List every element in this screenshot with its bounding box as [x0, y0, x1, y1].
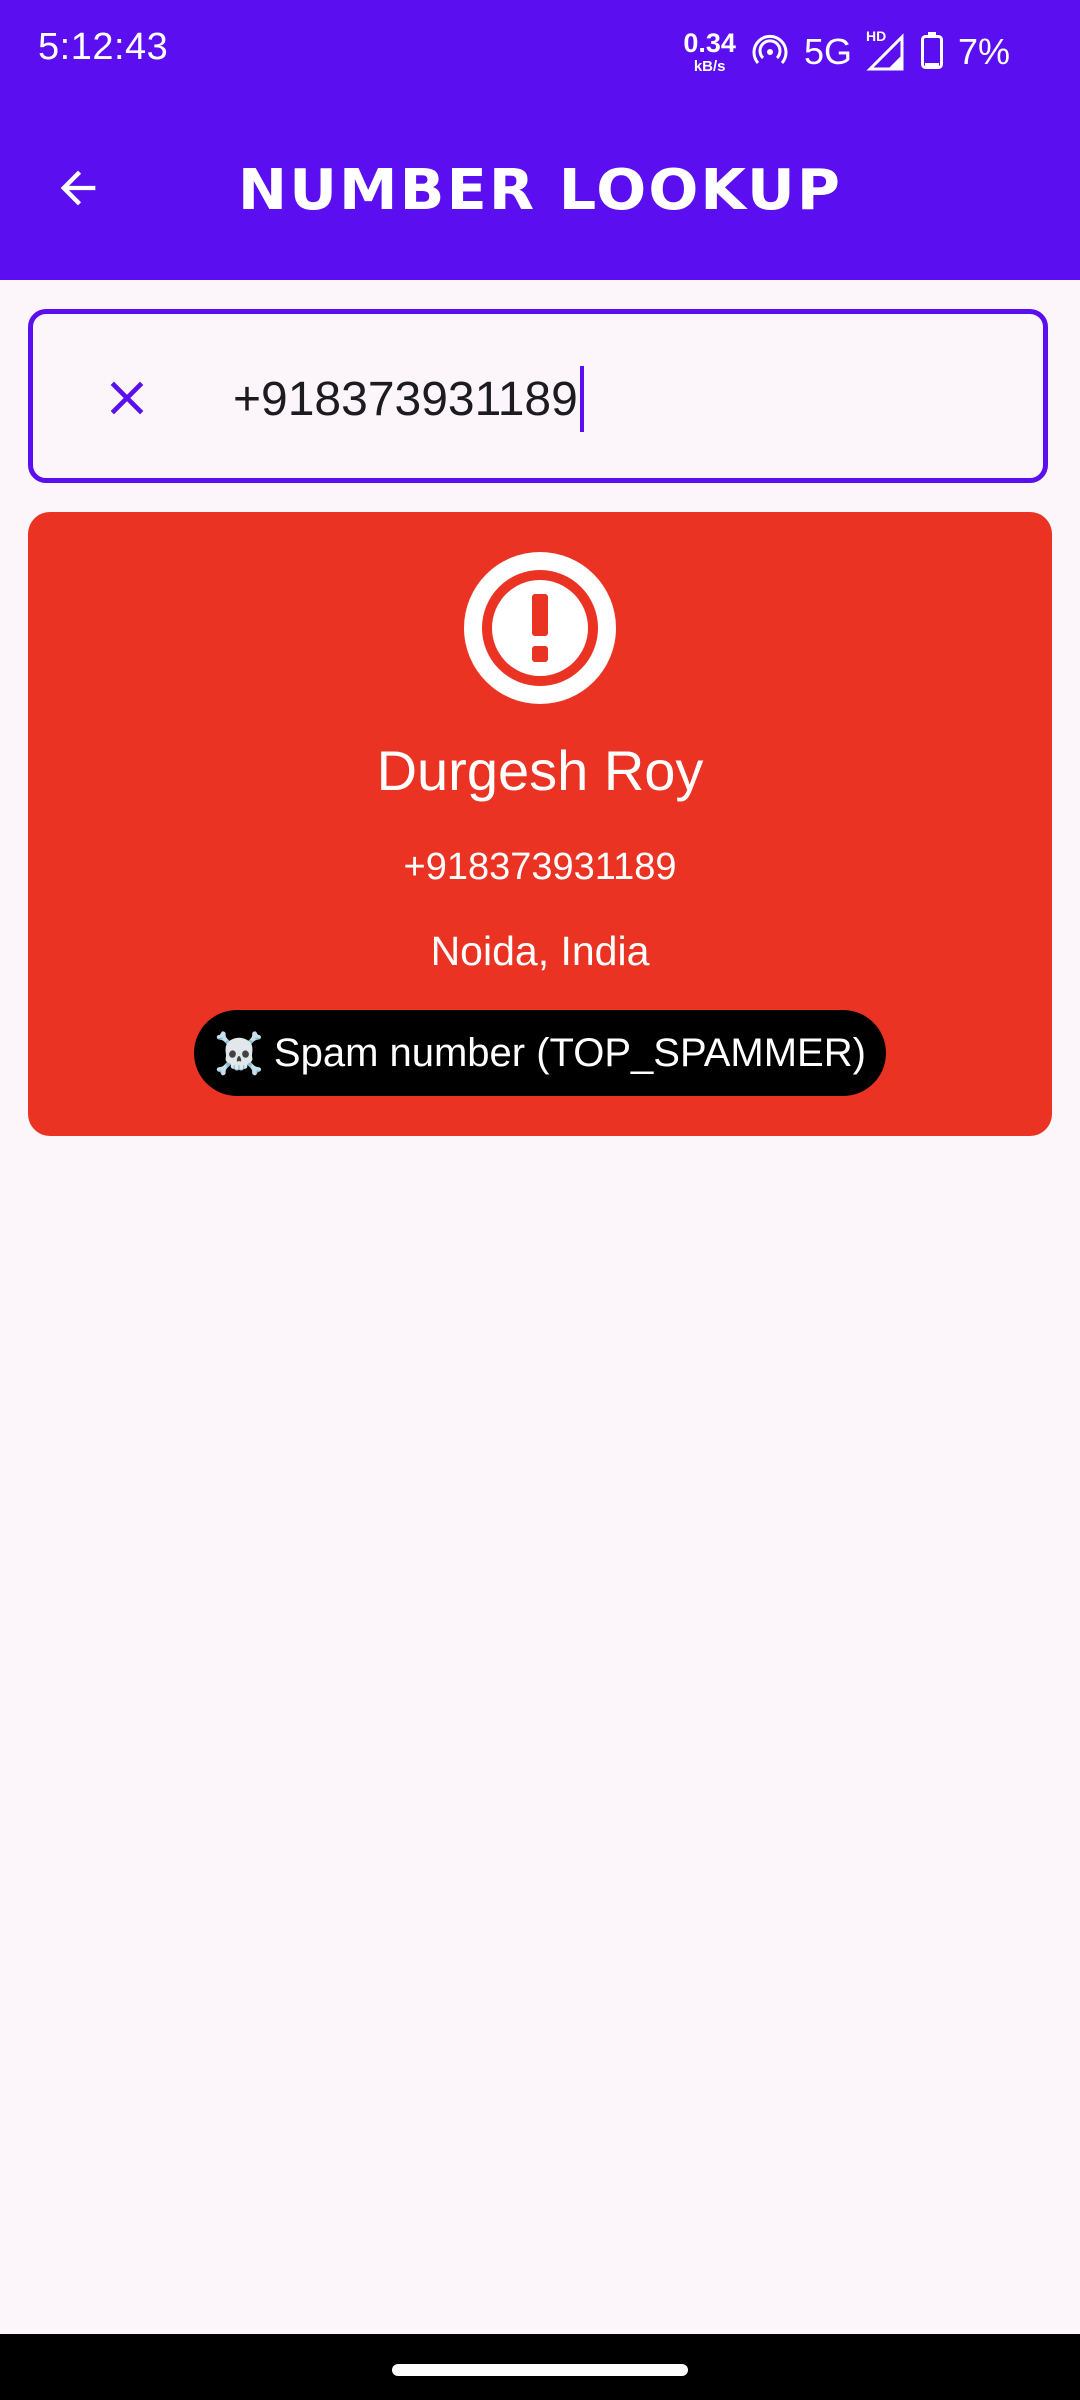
status-indicators: 0.34 kB/s 5G HD 7%: [683, 22, 1010, 82]
hd-label: HD: [865, 28, 887, 44]
number-input-value: +918373931189: [233, 372, 578, 426]
spam-badge: ☠️ Spam number (TOP_SPAMMER): [194, 1010, 886, 1096]
page-title: NUMBER LOOKUP: [237, 158, 843, 223]
hotspot-icon: [750, 30, 790, 75]
number-search-field[interactable]: +918373931189: [28, 309, 1048, 483]
network-speed-unit: kB/s: [693, 58, 726, 75]
status-bar: 5:12:43 0.34 kB/s 5G HD 7%: [0, 0, 1080, 100]
toolbar: NUMBER LOOKUP: [0, 100, 1080, 280]
spam-badge-label: Spam number (TOP_SPAMMER): [273, 1030, 866, 1075]
system-nav-bar: [0, 2334, 1080, 2400]
home-gesture-handle[interactable]: [392, 2364, 688, 2376]
signal-icon: HD: [866, 28, 906, 72]
close-icon: [110, 381, 144, 415]
alert-circle-icon: [464, 552, 616, 704]
network-type: 5G: [803, 31, 852, 72]
caller-location: Noida, India: [430, 928, 650, 974]
network-speed: 0.34 kB/s: [683, 28, 736, 75]
network-speed-value: 0.34: [683, 28, 736, 58]
battery-percent: 7%: [957, 31, 1010, 72]
clear-button[interactable]: [87, 358, 167, 438]
battery-icon: [920, 30, 944, 75]
number-input[interactable]: +918373931189: [233, 366, 584, 432]
caller-name: Durgesh Roy: [376, 739, 704, 802]
app-bar: 5:12:43 0.34 kB/s 5G HD 7% NUMBER LOOKUP: [0, 0, 1080, 280]
skull-icon: ☠️: [214, 1031, 264, 1076]
caller-number: +918373931189: [403, 846, 677, 888]
text-cursor: [579, 366, 584, 432]
lookup-result-card: Durgesh Roy +918373931189 Noida, India ☠…: [28, 512, 1052, 1136]
status-time: 5:12:43: [38, 26, 169, 68]
